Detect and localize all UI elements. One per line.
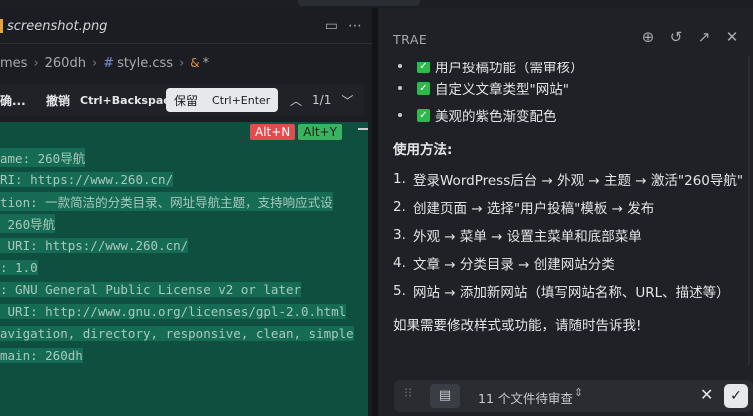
step-text: 登录WordPress后台 → 外观 → 主题 → 激活"260导航" — [413, 173, 744, 189]
code-line: main: 260dh — [0, 347, 83, 363]
undo-button[interactable]: 撤销 Ctrl+Backspace — [46, 84, 177, 116]
css-file-icon: # — [103, 55, 115, 71]
editor-tab-bar: screenshot.png ▭ ⋯ — [0, 8, 372, 44]
chevron-up-icon[interactable]: ︿ — [290, 92, 302, 109]
chevron-right-icon: › — [91, 55, 98, 71]
pending-files-text[interactable]: 11 个文件待审查 — [478, 388, 573, 407]
chevron-right-icon: › — [179, 55, 185, 71]
breadcrumb-item[interactable]: mes — [0, 56, 27, 71]
bullet-icon — [398, 86, 402, 90]
keep-label: 保留 — [174, 93, 199, 108]
panel-title: TRAE — [393, 32, 428, 47]
image-file-icon — [0, 19, 3, 33]
bullet-icon — [398, 113, 402, 117]
list-item: 4. 文章 → 分类目录 → 创建网站分类 — [393, 251, 615, 275]
split-editor-icon[interactable]: ▭ — [325, 18, 338, 34]
panel-scrollbar[interactable] — [748, 56, 750, 366]
code-line: URI: http://www.gnu.org/licenses/gpl-2.0… — [0, 303, 347, 319]
list-item-text: 美观的紫色渐变配色 — [435, 109, 557, 125]
reject-shortcut-badge[interactable]: Alt+N — [250, 124, 296, 140]
code-line: RI: https://www.260.cn/ — [0, 171, 174, 187]
chevron-right-icon: › — [33, 55, 39, 71]
command-center[interactable] — [298, 0, 420, 6]
step-text: 创建页面 → 选择"用户投稿"模板 → 发布 — [413, 201, 655, 217]
check-icon: ✓ — [417, 81, 430, 95]
diff-icon[interactable]: ⁝⁝ — [404, 386, 412, 401]
step-text: 文章 → 分类目录 → 创建网站分类 — [413, 257, 615, 273]
panel-header: TRAE ⊕ ↺ ↗ ✕ — [378, 26, 753, 54]
list-item: 5. 网站 → 添加新网站（填写网站名称、URL、描述等） — [393, 279, 730, 303]
list-item: 1. 登录WordPress后台 → 外观 → 主题 → 激活"260导航" — [393, 167, 743, 191]
code-line: : 1.0 — [0, 259, 38, 275]
breadcrumb-item[interactable]: 260dh — [45, 56, 86, 71]
accept-all-button[interactable]: ✓ — [724, 384, 748, 408]
list-item: 2. 创建页面 → 选择"用户投稿"模板 → 发布 — [393, 195, 654, 219]
new-chat-icon[interactable]: ⊕ — [640, 28, 656, 46]
review-bar: ⁝⁝ ▤ 11 个文件待审查 ⇕ ✕ ✓ — [394, 380, 753, 412]
step-number: 5. — [393, 283, 406, 299]
selector-icon: & — [190, 56, 200, 70]
code-line: URI: https://www.260.cn/ — [0, 237, 189, 253]
keep-button[interactable]: 保留 Ctrl+Enter — [166, 88, 279, 112]
closing-message: 如果需要修改样式或功能，请随时告诉我! — [393, 318, 642, 334]
list-item: ✓ 自定义文章类型"网站" — [398, 76, 569, 100]
step-text: 网站 → 添加新网站（填写网站名称、URL、描述等） — [413, 285, 730, 301]
more-actions-icon[interactable]: ⋯ — [348, 18, 362, 34]
chevron-down-icon[interactable]: ﹀ — [341, 92, 353, 109]
code-line: 260导航 — [0, 212, 56, 234]
file-review-icon[interactable]: ▤ — [430, 384, 460, 408]
accept-label: 确... — [0, 93, 26, 108]
check-icon: ✓ — [417, 108, 430, 122]
step-number: 4. — [393, 255, 406, 271]
code-line: tion: 一款简洁的分类目录、网址导航主题，支持响应式设 — [0, 190, 333, 212]
code-line: : GNU General Public License v2 or later — [0, 281, 302, 297]
change-counter: 1/1 — [312, 93, 332, 107]
undo-label: 撤销 — [46, 93, 71, 108]
list-item: ✓ 美观的紫色渐变配色 — [398, 103, 557, 127]
open-external-icon[interactable]: ↗ — [696, 28, 712, 46]
close-icon[interactable]: ✕ — [724, 28, 740, 46]
editor-tab-label: screenshot.png — [7, 18, 108, 34]
chevron-updown-icon[interactable]: ⇕ — [574, 386, 583, 399]
list-item-text: 自定义文章类型"网站" — [435, 82, 569, 98]
code-line: avigation, directory, responsive, clean,… — [0, 325, 354, 341]
step-number: 1. — [393, 171, 406, 187]
accept-shortcut-badge[interactable]: Alt+Y — [298, 124, 342, 140]
keep-shortcut: Ctrl+Enter — [212, 93, 271, 107]
bullet-icon — [398, 64, 402, 68]
breadcrumb-item[interactable]: * — [203, 56, 210, 71]
step-number: 3. — [393, 227, 406, 243]
code-line: ame: 260导航 — [0, 146, 86, 168]
reject-all-button[interactable]: ✕ — [700, 385, 713, 404]
step-text: 外观 → 菜单 → 设置主菜单和底部菜单 — [413, 229, 642, 245]
step-number: 2. — [393, 199, 406, 215]
history-icon[interactable]: ↺ — [668, 28, 684, 46]
breadcrumb-item[interactable]: style.css — [117, 56, 173, 71]
editor-tab[interactable]: screenshot.png — [0, 8, 107, 44]
collapse-icon[interactable] — [358, 128, 368, 130]
diff-review-bar: 确... 撤销 Ctrl+Backspace 保留 Ctrl+Enter ︿ 1… — [0, 84, 364, 116]
section-heading: 使用方法: — [393, 142, 453, 158]
title-bar — [0, 0, 753, 8]
undo-shortcut: Ctrl+Backspace — [80, 93, 178, 107]
breadcrumb: mes › 260dh › # style.css › & * — [0, 52, 209, 74]
accept-button[interactable]: 确... — [0, 84, 26, 116]
list-item: 3. 外观 → 菜单 → 设置主菜单和底部菜单 — [393, 223, 642, 247]
